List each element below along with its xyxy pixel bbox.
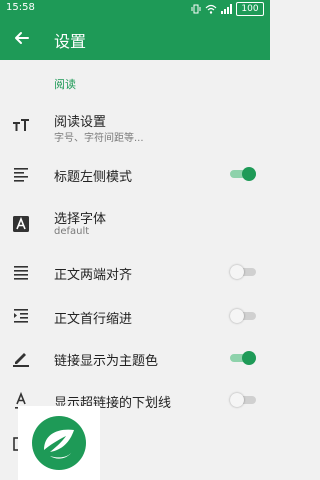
setting-row-first-line-indent[interactable]: 正文首行缩进 — [0, 293, 270, 339]
arrow-back-icon[interactable] — [12, 28, 32, 48]
setting-title: 正文首行缩进 — [54, 312, 133, 327]
pen-icon — [13, 353, 29, 367]
status-icons: 100 — [191, 2, 264, 16]
signal-icon — [221, 4, 232, 14]
toolbar: 设置 — [0, 18, 270, 60]
setting-title: 选择字体 — [54, 212, 107, 227]
setting-title: 阅读设置 — [54, 115, 107, 130]
vibrate-icon — [191, 4, 201, 14]
status-time: 15:58 — [6, 2, 35, 13]
align-left-icon — [14, 168, 28, 182]
page-title: 设置 — [54, 32, 87, 51]
setting-title: 链接显示为主题色 — [54, 354, 159, 369]
setting-row-link-theme-color[interactable]: 链接显示为主题色 — [0, 335, 270, 381]
toggle-switch-off[interactable] — [230, 393, 256, 407]
setting-title: 正文两端对齐 — [54, 268, 133, 283]
align-justify-icon — [14, 266, 28, 280]
setting-title: 标题左侧模式 — [54, 170, 133, 185]
toggle-switch-on[interactable] — [230, 351, 256, 365]
setting-row-choose-font[interactable]: 选择字体 default — [0, 201, 270, 247]
toggle-switch-off[interactable] — [230, 265, 256, 279]
toggle-switch-on[interactable] — [230, 167, 256, 181]
setting-row-reading-settings[interactable]: 阅读设置 字号、字符间距等... — [0, 103, 270, 149]
font-a-icon — [13, 216, 29, 232]
text-size-icon — [13, 119, 29, 131]
leaf-logo-icon — [32, 416, 86, 470]
setting-subtitle: 字号、字符间距等... — [54, 133, 144, 144]
toggle-switch-off[interactable] — [230, 309, 256, 323]
setting-row-justify-text[interactable]: 正文两端对齐 — [0, 249, 270, 295]
indent-icon — [14, 309, 28, 323]
section-header-reading: 阅读 — [54, 78, 76, 91]
status-bar: 15:58 100 — [0, 0, 270, 18]
setting-row-title-left-mode[interactable]: 标题左侧模式 — [0, 151, 270, 197]
battery-indicator: 100 — [236, 2, 264, 16]
setting-subtitle: default — [54, 226, 90, 237]
app-logo-overlay — [18, 406, 100, 480]
wifi-icon — [205, 4, 217, 14]
